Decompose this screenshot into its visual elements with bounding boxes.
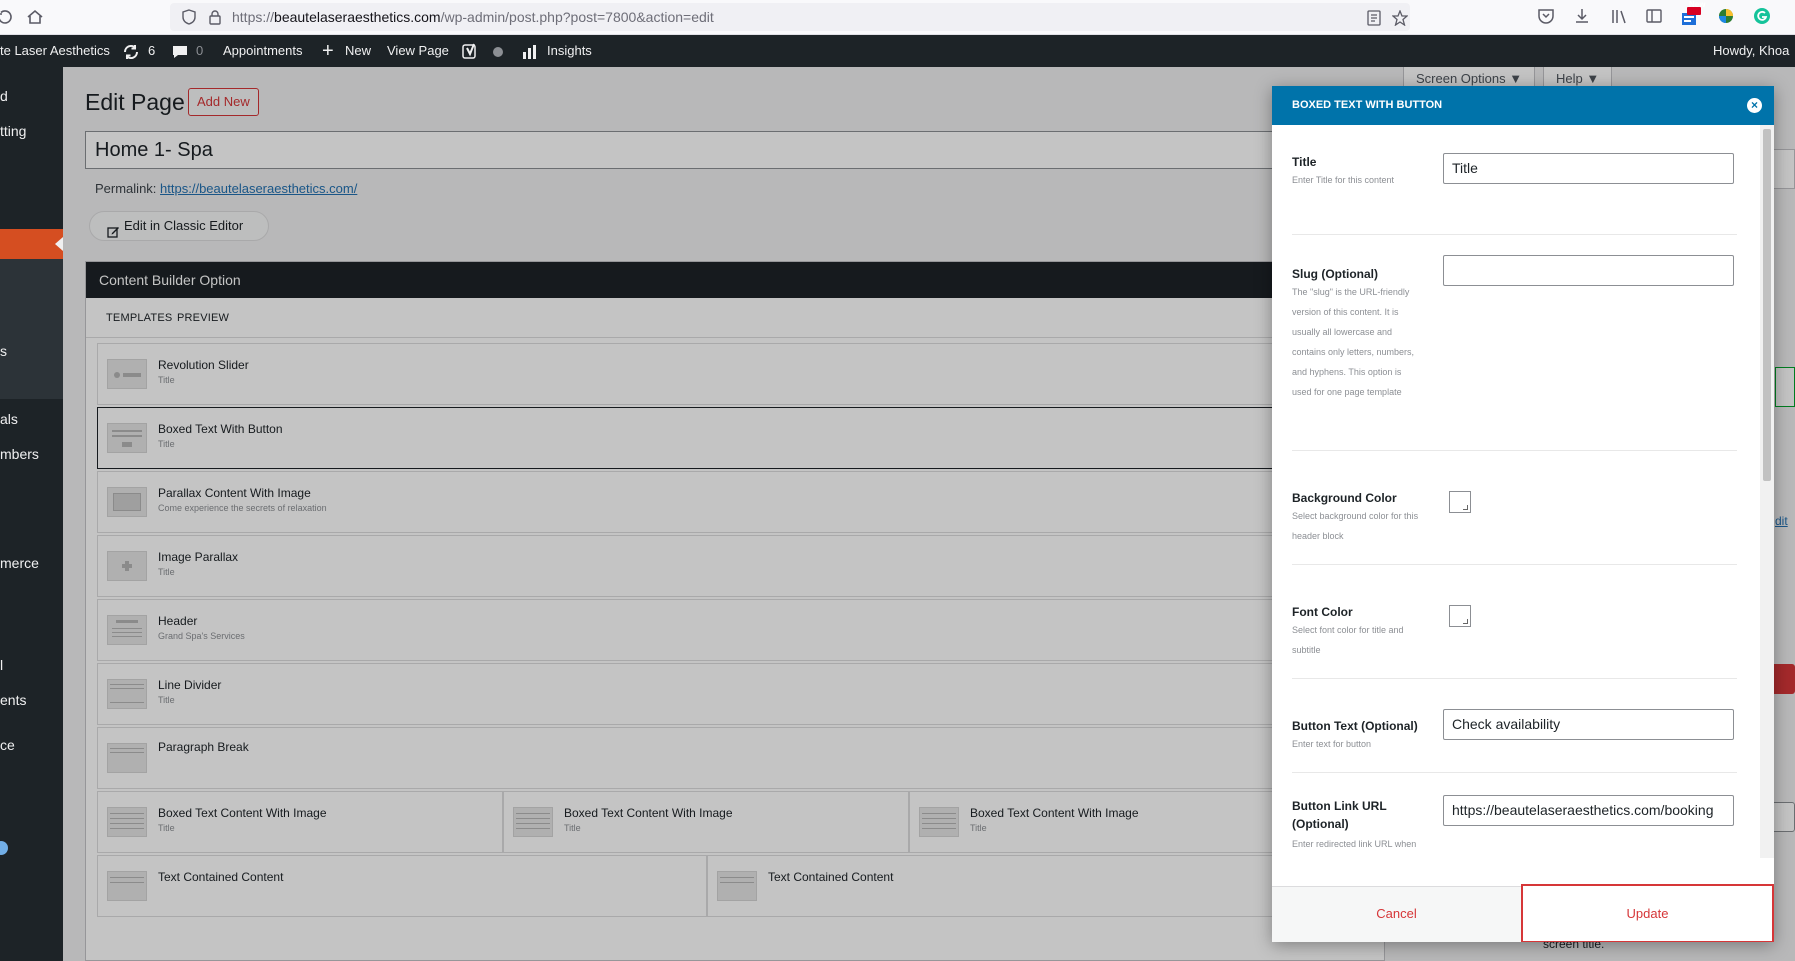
extension-new-icon[interactable] — [1681, 7, 1701, 25]
admin-sidebar: d tting s als mbers merce l ents ce — [0, 67, 63, 961]
sidebar-item-8[interactable]: ents — [0, 692, 26, 708]
sidebar-item-3[interactable]: s — [0, 343, 7, 359]
modal-scrollbar[interactable] — [1760, 125, 1774, 858]
slug-description: The "slug" is the URL-friendly version o… — [1292, 287, 1415, 397]
slug-field-row: Slug (Optional) The "slug" is the URL-fr… — [1292, 235, 1737, 451]
button-text-field-row: Button Text (Optional) Enter text for bu… — [1292, 679, 1737, 773]
slug-input[interactable] — [1443, 255, 1734, 286]
cancel-button[interactable]: Cancel — [1272, 887, 1521, 942]
sidebar-submenu — [0, 259, 63, 399]
browser-toolbar: https://beautelaseraesthetics.com/wp-adm… — [0, 0, 1795, 35]
site-name[interactable]: te Laser Aesthetics — [0, 35, 110, 67]
slug-label: Slug (Optional) — [1292, 267, 1378, 281]
url-text: https://beautelaseraesthetics.com/wp-adm… — [232, 9, 714, 25]
updates-count[interactable]: 6 — [148, 35, 155, 67]
button-text-description: Enter text for button — [1292, 739, 1372, 749]
sidebar-item-4[interactable]: als — [0, 411, 18, 427]
font-color-description: Select font color for title and subtitle — [1292, 625, 1404, 655]
font-color-label: Font Color — [1292, 605, 1353, 619]
button-url-input[interactable]: https://beautelaseraesthetics.com/bookin… — [1443, 795, 1734, 826]
modal-footer: Cancel Update — [1272, 884, 1774, 942]
updates-icon[interactable] — [122, 35, 140, 67]
library-icon[interactable] — [1610, 7, 1628, 25]
lock-icon[interactable] — [208, 9, 222, 25]
new-link[interactable]: New — [345, 35, 371, 67]
modal-title: BOXED TEXT WITH BUTTON — [1272, 86, 1774, 125]
boxed-text-modal: BOXED TEXT WITH BUTTON × Title Enter Tit… — [1272, 86, 1774, 942]
shield-icon[interactable] — [182, 9, 196, 25]
bg-color-label: Background Color — [1292, 491, 1397, 505]
sidebar-item-6[interactable]: merce — [0, 555, 39, 571]
reader-view-icon[interactable] — [1366, 10, 1382, 26]
url-bar[interactable]: https://beautelaseraesthetics.com/wp-adm… — [170, 3, 1410, 31]
howdy-account[interactable]: Howdy, Khoa — [1713, 35, 1789, 67]
font-color-field-row: Font Color Select font color for title a… — [1292, 565, 1737, 679]
sidebar-item-2[interactable]: tting — [0, 123, 26, 139]
button-text-input[interactable]: Check availability — [1443, 709, 1734, 740]
pocket-icon[interactable] — [1537, 7, 1555, 25]
new-badge: New — [1689, 0, 1706, 9]
bg-color-description: Select background color for this header … — [1292, 511, 1419, 541]
insights-icon[interactable] — [522, 35, 538, 67]
seo-status-dot-icon[interactable] — [492, 35, 504, 67]
yoast-icon[interactable] — [462, 35, 478, 67]
update-button[interactable]: Update — [1521, 884, 1774, 942]
bookmark-star-icon[interactable] — [1391, 9, 1409, 27]
title-input[interactable]: Title — [1443, 153, 1734, 184]
download-icon[interactable] — [1573, 7, 1591, 25]
font-color-picker-icon[interactable] — [1449, 605, 1471, 627]
collapse-icon[interactable] — [0, 841, 8, 855]
bg-color-picker-icon[interactable] — [1449, 491, 1471, 513]
appointments-link[interactable]: Appointments — [223, 35, 303, 67]
sidebar-icon[interactable] — [1645, 7, 1663, 25]
bg-color-field-row: Background Color Select background color… — [1292, 451, 1737, 565]
sidebar-item-5[interactable]: mbers — [0, 446, 39, 462]
title-field-row: Title Enter Title for this content Title — [1292, 125, 1737, 235]
button-text-label: Button Text (Optional) — [1292, 719, 1418, 733]
title-label: Title — [1292, 155, 1317, 169]
sidebar-item-1[interactable]: d — [0, 88, 8, 104]
button-url-description: Enter redirected link URL when button is… — [1292, 839, 1417, 849]
view-page-link[interactable]: View Page — [387, 35, 449, 67]
comments-count[interactable]: 0 — [196, 35, 203, 67]
grammarly-icon[interactable] — [1753, 7, 1771, 25]
title-description: Enter Title for this content — [1292, 175, 1395, 185]
insights-link[interactable]: Insights — [547, 35, 592, 67]
comments-icon[interactable] — [172, 35, 188, 67]
button-url-field-row: Button Link URL (Optional) Enter redirec… — [1292, 773, 1737, 858]
sidebar-item-9[interactable]: ce — [0, 737, 15, 753]
active-arrow-icon — [55, 237, 63, 251]
button-url-label: Button Link URL (Optional) — [1292, 799, 1387, 831]
modal-body: Title Enter Title for this content Title… — [1272, 125, 1760, 858]
colorful-extension-icon[interactable] — [1717, 7, 1735, 25]
sidebar-item-7[interactable]: l — [0, 657, 3, 673]
home-icon[interactable] — [26, 8, 44, 26]
plus-icon[interactable]: + — [322, 35, 334, 67]
close-icon[interactable]: × — [1747, 98, 1762, 113]
refresh-icon[interactable] — [0, 8, 14, 26]
sidebar-item-pages-active[interactable] — [0, 229, 63, 259]
wp-admin-bar: te Laser Aesthetics 6 0 Appointments + N… — [0, 35, 1795, 67]
